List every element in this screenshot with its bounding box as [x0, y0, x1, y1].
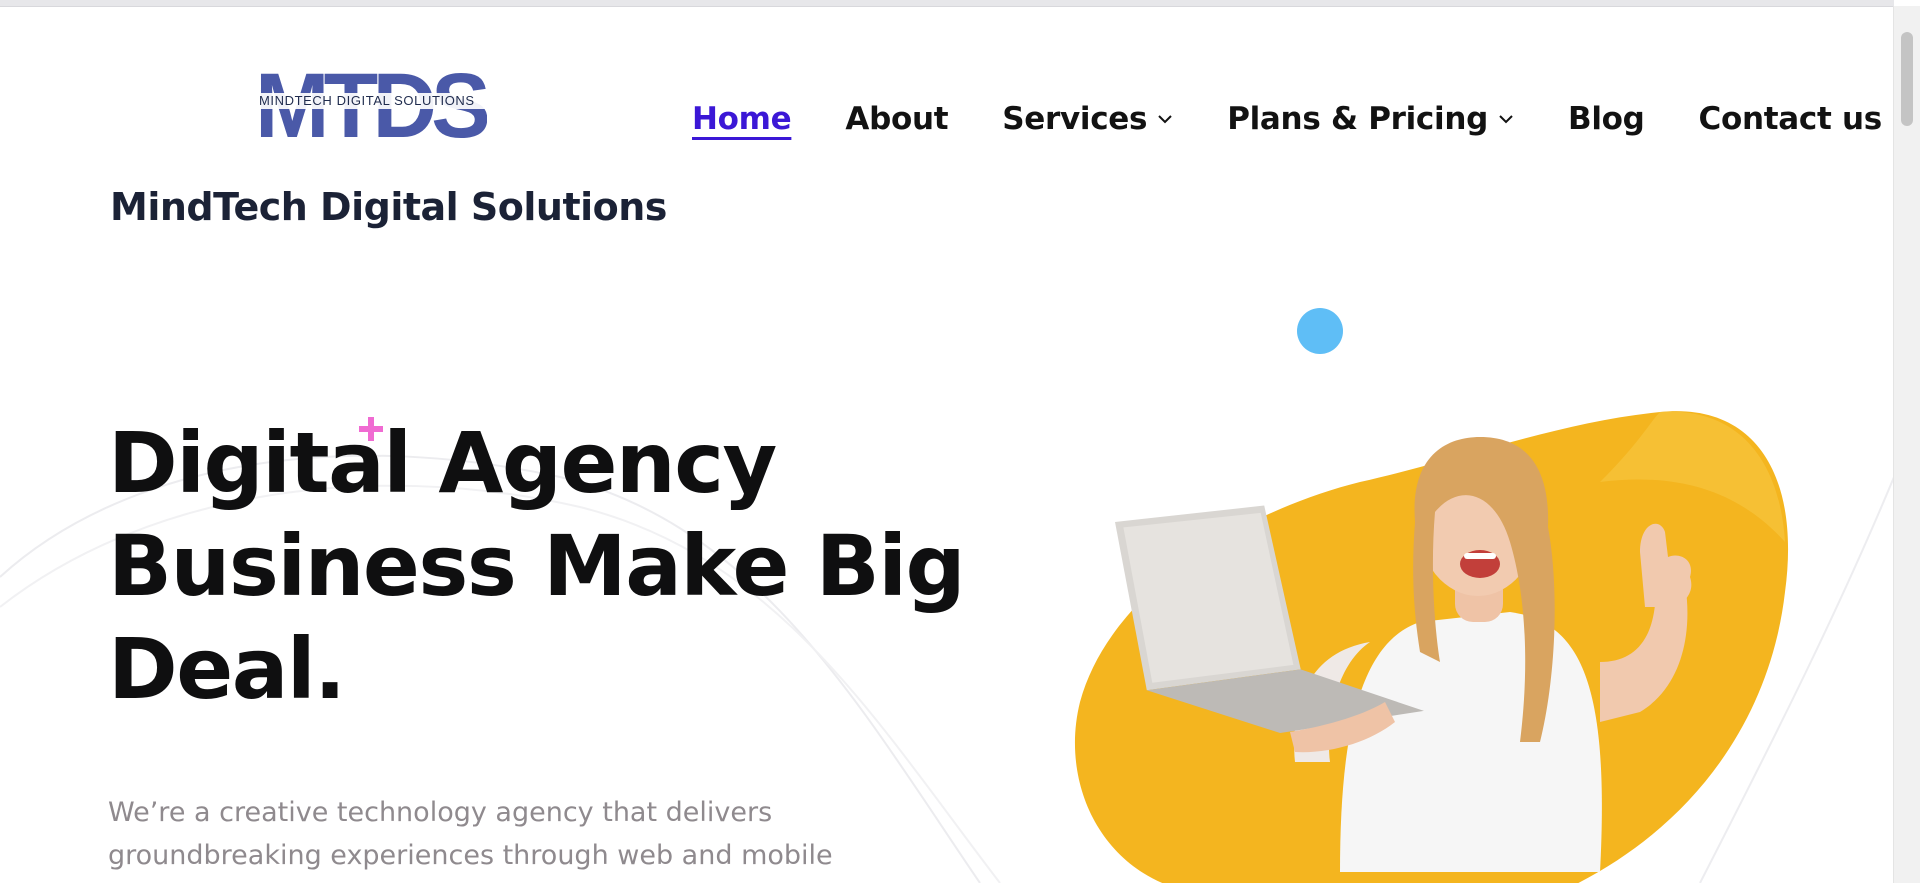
browser-top-edge: [0, 0, 1894, 7]
nav-item-label: Services: [1002, 101, 1148, 137]
hero-image: [1074, 411, 1788, 883]
nav-item-plans-pricing[interactable]: Plans & Pricing: [1227, 101, 1514, 137]
hero-title-line: Business Make Big: [108, 517, 966, 615]
nav-item-label: Contact us: [1698, 101, 1883, 137]
hero-description-line: groundbreaking experiences through web a…: [108, 840, 833, 871]
scrollbar-thumb[interactable]: [1901, 32, 1913, 126]
logo[interactable]: MTDS MINDTECH DIGITAL SOLUTIONS: [255, 55, 494, 157]
hero-title-line: Deal.: [108, 620, 346, 718]
nav-item-contact-us[interactable]: Contact us: [1698, 101, 1883, 137]
nav-item-label: Plans & Pricing: [1227, 101, 1488, 137]
nav-item-about[interactable]: About: [845, 101, 948, 137]
circle-icon: [1297, 308, 1343, 354]
chevron-down-icon[interactable]: [1157, 111, 1173, 127]
site-title[interactable]: MindTech Digital Solutions: [110, 185, 667, 229]
hero-description: We’re a creative technology agency that …: [108, 791, 868, 877]
nav-item-services[interactable]: Services: [1002, 101, 1173, 137]
hero-description-line: We’re a creative technology agency that …: [108, 797, 773, 828]
hero-title-line: Digital Agency: [108, 414, 777, 512]
hero-title: Digital Agency Business Make Big Deal.: [108, 412, 1008, 721]
nav-item-blog[interactable]: Blog: [1568, 101, 1645, 137]
nav-item-label: Home: [692, 101, 792, 137]
main-nav: Home About Services Plans & Pricing Blog…: [692, 101, 1882, 137]
nav-item-home[interactable]: Home: [692, 101, 792, 137]
page: MTDS MINDTECH DIGITAL SOLUTIONS MindTech…: [0, 7, 1894, 883]
chevron-down-icon[interactable]: [1498, 111, 1514, 127]
nav-item-label: Blog: [1568, 101, 1645, 137]
nav-item-label: About: [845, 101, 949, 137]
scrollbar[interactable]: [1893, 6, 1920, 883]
logo-caption: MINDTECH DIGITAL SOLUTIONS: [259, 93, 475, 108]
